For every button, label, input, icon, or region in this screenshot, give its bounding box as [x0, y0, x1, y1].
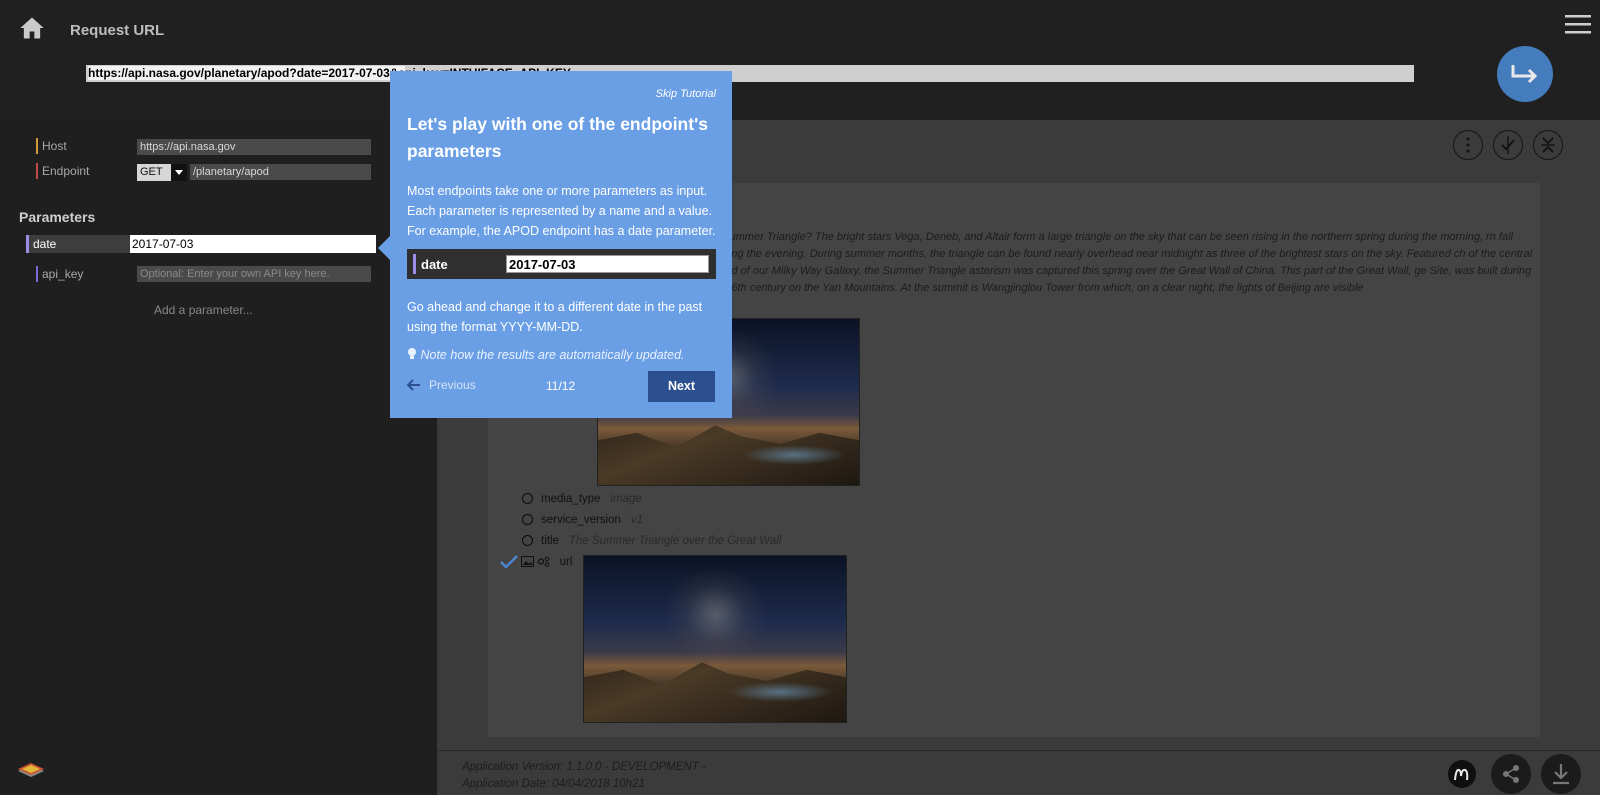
- skip-tutorial-link[interactable]: Skip Tutorial: [656, 88, 716, 100]
- param-date-name: date: [33, 237, 57, 251]
- more-options-button[interactable]: [1453, 130, 1483, 160]
- param-marker: [26, 235, 29, 253]
- result-row-url[interactable]: url: [500, 554, 572, 570]
- top-header: Request URL https://api.nasa.gov/planeta…: [0, 0, 1600, 120]
- share-button[interactable]: [1491, 754, 1531, 794]
- image-icon[interactable]: [521, 556, 535, 568]
- send-request-button[interactable]: [1497, 46, 1553, 102]
- method-dropdown-toggle[interactable]: [171, 164, 187, 181]
- tutorial-note-text: Note how the results are automatically u…: [420, 348, 685, 362]
- hamburger-menu-icon[interactable]: [1565, 14, 1591, 34]
- tutorial-note: Note how the results are automatically u…: [407, 347, 685, 362]
- redirect-arrow-icon: [1511, 65, 1538, 84]
- select-all-button[interactable]: [1493, 130, 1523, 160]
- arrow-left-icon: [407, 379, 420, 391]
- endpoint-marker: [36, 163, 38, 179]
- app-date: Application Date: 04/04/2018 10h21: [462, 778, 645, 790]
- result-row[interactable]: service_version v1: [522, 512, 643, 528]
- param-api-key-input[interactable]: Optional: Enter your own API key here.: [137, 266, 371, 282]
- check-circle-icon: [1501, 136, 1515, 154]
- param-date-input[interactable]: 2017-07-03: [130, 235, 376, 253]
- parameters-heading: Parameters: [19, 209, 96, 225]
- result-value: v1: [630, 514, 644, 526]
- tutorial-title: Let's play with one of the endpoint's pa…: [407, 114, 708, 161]
- result-key: service_version: [541, 514, 621, 526]
- home-icon[interactable]: [18, 14, 46, 42]
- tutorial-instruction: Go ahead and change it to a different da…: [407, 300, 703, 334]
- example-param-value[interactable]: 2017-07-03: [506, 255, 709, 273]
- caret-down-icon: [175, 170, 183, 175]
- param-api-key-name: api_key: [42, 267, 84, 281]
- download-button[interactable]: [1541, 754, 1581, 794]
- method-select[interactable]: GET: [137, 164, 187, 181]
- app-version: Application Version: 1.1.0.0 - DEVELOPME…: [462, 761, 706, 773]
- result-row[interactable]: media_type image: [522, 491, 642, 507]
- explanation-text: e Summer Triangle? The bright stars Vega…: [713, 231, 1533, 294]
- result-value: image: [610, 493, 642, 505]
- tutorial-popup: Skip Tutorial Let's play with one of the…: [390, 71, 732, 418]
- param-marker: [413, 254, 416, 274]
- request-url-field[interactable]: https://api.nasa.gov/planetary/apod?date…: [86, 65, 1414, 82]
- result-value: The Summer Triangle over the Great Wall: [568, 535, 782, 547]
- tutorial-param-example: date 2017-07-03: [407, 249, 716, 279]
- add-parameter-link[interactable]: Add a parameter...: [154, 303, 253, 317]
- unselected-circle-icon[interactable]: [522, 514, 533, 526]
- tutorial-progress: 11/12: [546, 379, 576, 393]
- download-icon: [1553, 764, 1569, 785]
- app-version-info: Application Version: 1.1.0.0 - DEVELOPME…: [462, 759, 706, 793]
- meteor-logo-button[interactable]: [1442, 754, 1482, 794]
- unselected-circle-icon[interactable]: [522, 493, 533, 505]
- endpoint-input[interactable]: /planetary/apod: [190, 164, 371, 180]
- tutorial-intro: Most endpoints take one or more paramete…: [407, 184, 716, 238]
- meteor-logo-icon: [1448, 760, 1476, 788]
- param-marker: [36, 266, 38, 282]
- result-key: url: [559, 556, 573, 568]
- endpoint-label: Endpoint: [42, 164, 90, 178]
- unselected-circle-icon[interactable]: [522, 535, 533, 547]
- url-highlighted: https://api.nasa.gov/planetary/apod?date…: [88, 66, 406, 80]
- share-icon: [1503, 765, 1519, 783]
- method-value: GET: [140, 166, 163, 178]
- result-row[interactable]: title The Summer Triangle over the Great …: [522, 533, 781, 549]
- check-icon[interactable]: [500, 555, 518, 569]
- layers-logo-icon: [18, 763, 44, 777]
- request-url-title: Request URL: [70, 22, 165, 39]
- url-image: [583, 555, 847, 723]
- host-label: Host: [42, 139, 67, 153]
- collapse-icon: [1541, 137, 1555, 153]
- next-button[interactable]: Next: [648, 371, 715, 402]
- result-key: title: [541, 535, 559, 547]
- footer: Application Version: 1.1.0.0 - DEVELOPME…: [437, 750, 1600, 795]
- previous-button[interactable]: Previous: [407, 378, 476, 392]
- collapse-all-button[interactable]: [1533, 130, 1563, 160]
- settings-icon[interactable]: [537, 556, 550, 568]
- param-date-row: date 2017-07-03: [26, 235, 376, 253]
- previous-label: Previous: [429, 378, 476, 392]
- example-param-name: date: [421, 257, 448, 272]
- vertical-dots-icon: [1466, 137, 1470, 153]
- result-key: media_type: [541, 493, 601, 505]
- lightbulb-icon: [408, 348, 416, 359]
- tutorial-pointer: [378, 236, 390, 260]
- host-marker: [36, 138, 38, 154]
- host-input[interactable]: https://api.nasa.gov: [137, 139, 371, 155]
